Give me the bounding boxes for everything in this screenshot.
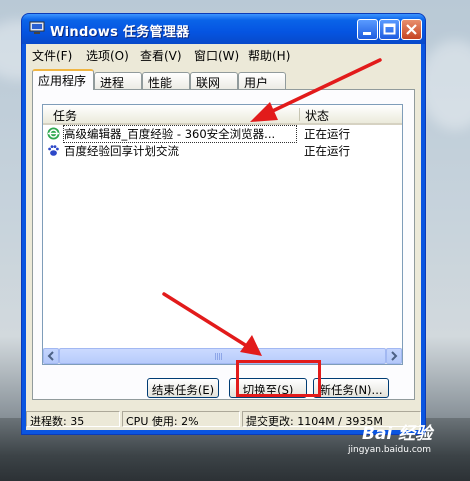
menu-help[interactable]: 帮助(H) [248,47,290,64]
close-button[interactable] [401,19,422,40]
scroll-right-button[interactable] [386,348,402,364]
tab-networking[interactable]: 联网 [190,72,238,90]
horizontal-scrollbar[interactable] [43,348,402,364]
new-task-button[interactable]: 新任务(N)... [313,378,389,398]
tab-applications[interactable]: 应用程序 [32,69,94,90]
maximize-icon [383,23,396,35]
task-list[interactable]: 任务 状态 高级编辑器_百度经验 - 360安全浏览器... 正在运行 百度经验… [42,104,403,365]
maximize-button[interactable] [379,19,400,40]
watermark-url: jingyan.baidu.com [348,445,432,455]
task-name: 高级编辑器_百度经验 - 360安全浏览器... [63,125,297,143]
column-header-status[interactable]: 状态 [305,107,329,124]
minimize-icon [363,32,371,35]
window-title: Windows 任务管理器 [50,25,190,40]
browser-icon [47,127,60,140]
task-row[interactable]: 百度经验回享计划交流 正在运行 [43,142,402,159]
task-row[interactable]: 高级编辑器_百度经验 - 360安全浏览器... 正在运行 [43,125,402,143]
task-manager-window: Windows 任务管理器 文件(F) 选项(O) 查看(V) 窗口(W) 帮助… [22,14,425,434]
menu-file[interactable]: 文件(F) [32,47,72,64]
title-bar[interactable]: Windows 任务管理器 [22,14,425,44]
scroll-grip [215,353,223,360]
cpu-usage: CPU 使用: 2% [122,411,240,428]
task-name: 百度经验回享计划交流 [64,144,179,158]
close-icon [406,24,417,35]
menu-window[interactable]: 窗口(W) [194,47,239,64]
process-count: 进程数: 35 [26,411,120,428]
minimize-button[interactable] [357,19,378,40]
baidu-paw-icon [48,145,59,156]
applications-panel: 任务 状态 高级编辑器_百度经验 - 360安全浏览器... 正在运行 百度经验… [32,89,415,400]
task-manager-icon [29,21,45,34]
scroll-left-button[interactable] [43,348,59,364]
highlight-box [236,360,321,397]
watermark: Bai 经验 jingyan.baidu.com [348,419,433,455]
window-client-area: 文件(F) 选项(O) 查看(V) 窗口(W) 帮助(H) 应用程序 进程 性能… [26,44,421,430]
tab-processes[interactable]: 进程 [94,72,142,90]
background-cloud [420,40,470,130]
column-divider[interactable] [299,108,300,121]
list-header: 任务 状态 [43,105,402,125]
scroll-thumb[interactable] [59,348,386,364]
menu-view[interactable]: 查看(V) [140,47,182,64]
end-task-button[interactable]: 结束任务(E) [147,378,219,398]
task-status: 正在运行 [304,144,350,158]
column-header-task[interactable]: 任务 [53,107,77,124]
chevron-right-icon [391,351,398,361]
menu-bar: 文件(F) 选项(O) 查看(V) 窗口(W) 帮助(H) [26,44,421,64]
tab-users[interactable]: 用户 [238,72,286,90]
chevron-left-icon [47,351,54,361]
watermark-logo: Bai 经验 [362,424,433,444]
menu-options[interactable]: 选项(O) [86,47,129,64]
task-status: 正在运行 [304,127,350,141]
tab-performance[interactable]: 性能 [142,72,190,90]
